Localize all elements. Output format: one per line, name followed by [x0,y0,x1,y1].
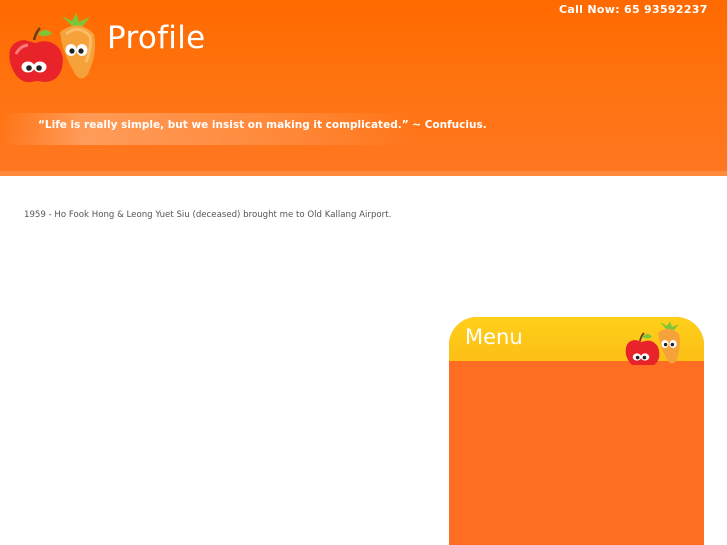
call-now-phone: Call Now: 65 93592237 [559,3,708,16]
apple-carrot-mascot-logo[interactable] [2,12,102,84]
apple-carrot-mascot-menu-icon [625,321,680,365]
menu-title: Menu [465,325,523,349]
menu-header: Menu [449,317,704,365]
site-header: Profile Call Now: 65 93592237 “Life is r… [0,0,727,176]
header-divider [0,171,727,176]
page-title: Profile [107,20,206,56]
profile-text: 1959 - Ho Fook Hong & Leong Yuet Siu (de… [24,210,392,220]
menu-panel: Menu [449,317,704,545]
header-quote: “Life is really simple, but we insist on… [38,119,487,131]
